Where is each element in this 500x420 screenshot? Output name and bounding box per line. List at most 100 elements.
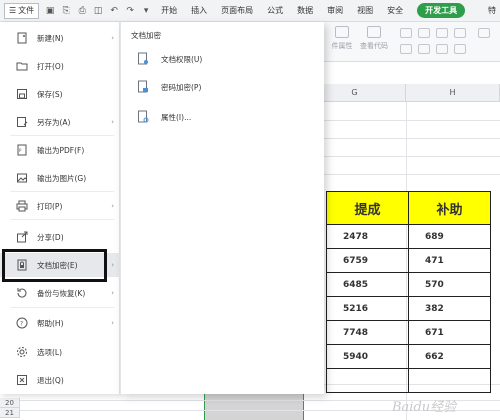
control-icon[interactable]	[454, 28, 466, 38]
menu-item-open[interactable]: 打开(O)	[0, 54, 120, 78]
svg-text:P: P	[19, 148, 22, 153]
table-cell[interactable]: 689	[408, 224, 491, 249]
menu-item-options[interactable]: 选项(L)	[0, 340, 120, 364]
submenu-item-document-permission[interactable]: 文档权限(U)	[137, 50, 202, 68]
table-row	[326, 368, 491, 393]
menu-item-label: 输出为PDF(F)	[37, 145, 85, 155]
backup-icon	[15, 286, 29, 300]
password-lock-icon	[137, 80, 151, 94]
help-icon: ?	[15, 316, 29, 330]
table-cell[interactable]	[408, 368, 491, 393]
watermark: Baidu经验	[392, 400, 457, 415]
quick-print-icon[interactable]: ⎙	[77, 6, 87, 16]
menu-item-label: 帮助(H)	[37, 318, 64, 328]
folder-open-icon	[15, 59, 29, 73]
table-cell[interactable]: 2478	[326, 224, 409, 249]
tab-review[interactable]: 审阅	[327, 5, 343, 16]
tab-view[interactable]: 视图	[357, 5, 373, 16]
menu-item-label: 另存为(A)	[37, 117, 71, 127]
menu-item-print[interactable]: 打印(P) ›	[0, 194, 120, 218]
tab-start[interactable]: 开始	[161, 5, 177, 16]
control-icon[interactable]	[454, 44, 466, 54]
menu-item-label: 输出为图片(G)	[37, 173, 87, 183]
ribbon-properties[interactable]: 件属性	[324, 26, 360, 51]
hamburger-icon: ☰	[9, 6, 17, 15]
table-cell[interactable]: 570	[408, 272, 491, 297]
control-icon[interactable]	[400, 28, 412, 38]
table-header-row: 提成 补助	[326, 191, 491, 225]
print-icon	[15, 199, 29, 213]
tab-security[interactable]: 安全	[387, 5, 403, 16]
quick-save-icon[interactable]: ▣	[45, 6, 55, 16]
table-cell[interactable]: 662	[408, 344, 491, 369]
menu-item-share[interactable]: 分享(D)	[0, 225, 120, 249]
column-header-h[interactable]: H	[406, 84, 500, 102]
row-header-21[interactable]: 21	[0, 408, 20, 418]
table-cell[interactable]: 7748	[326, 320, 409, 345]
table-cell[interactable]: 382	[408, 296, 491, 321]
control-icon[interactable]	[418, 28, 430, 38]
table-cell[interactable]: 6485	[326, 272, 409, 297]
quick-preview-icon[interactable]: ◫	[93, 6, 103, 16]
menu-item-export-pdf[interactable]: P 输出为PDF(F)	[0, 138, 120, 162]
table-cell[interactable]: 671	[408, 320, 491, 345]
header-cell[interactable]: 补助	[408, 191, 491, 225]
table-cell[interactable]: 5216	[326, 296, 409, 321]
control-icon[interactable]	[418, 44, 430, 54]
menu-item-label: 保存(S)	[37, 89, 63, 99]
menu-item-backup-restore[interactable]: 备份与恢复(K) ›	[0, 281, 120, 305]
submenu-item-password-encrypt[interactable]: 密码加密(P)	[137, 78, 201, 96]
table-cell[interactable]	[326, 368, 409, 393]
redo-icon[interactable]: ↷	[125, 6, 135, 16]
table-cell[interactable]: 6759	[326, 248, 409, 273]
new-file-icon	[15, 31, 29, 45]
menu-bar: ☰ 文件 ▣ ⎘ ⎙ ◫ ↶ ↷ ▾ 开始 插入 页面布局 公式 数据 审阅 视…	[0, 0, 500, 22]
properties-icon	[335, 26, 349, 38]
menu-item-export-image[interactable]: 输出为图片(G)	[0, 166, 120, 190]
menu-item-exit[interactable]: 退出(Q)	[0, 368, 120, 392]
image-export-icon	[15, 171, 29, 185]
submenu-item-properties[interactable]: 属性(I)...	[137, 108, 191, 126]
menu-item-help[interactable]: ? 帮助(H) ›	[0, 311, 120, 335]
table-cell[interactable]: 5940	[326, 344, 409, 369]
svg-text:?: ?	[20, 321, 23, 328]
row-header-20[interactable]: 20	[0, 398, 20, 408]
menu-item-save-as[interactable]: 另存为(A) ›	[0, 110, 120, 134]
control-icon[interactable]	[400, 44, 412, 54]
properties-icon	[137, 110, 151, 124]
code-icon	[367, 26, 381, 38]
menu-item-save[interactable]: 保存(S)	[0, 82, 120, 106]
table-cell[interactable]: 471	[408, 248, 491, 273]
control-icon[interactable]	[478, 28, 490, 38]
tab-more[interactable]: 特	[488, 5, 496, 16]
chevron-right-icon: ›	[111, 261, 114, 269]
header-cell[interactable]: 提成	[326, 191, 409, 225]
menu-divider	[10, 191, 114, 192]
chevron-right-icon: ›	[111, 34, 114, 42]
save-as-icon	[15, 115, 29, 129]
menu-item-new[interactable]: 新建(N) ›	[0, 26, 120, 50]
undo-icon[interactable]: ↶	[109, 6, 119, 16]
tab-developer-tools[interactable]: 开发工具	[417, 3, 466, 18]
tab-data[interactable]: 数据	[297, 5, 313, 16]
table-row: 7748 671	[326, 320, 491, 345]
submenu-item-label: 属性(I)...	[161, 112, 192, 122]
ribbon-view-code[interactable]: 查看代码	[356, 26, 392, 51]
tab-page-layout[interactable]: 页面布局	[221, 5, 253, 16]
gear-icon	[15, 345, 29, 359]
grid-line	[304, 156, 500, 157]
pdf-icon: P	[15, 143, 29, 157]
menu-divider	[10, 219, 114, 220]
quick-export-icon[interactable]: ⎘	[61, 6, 71, 16]
control-icon[interactable]	[436, 28, 448, 38]
highlight-box	[2, 249, 107, 282]
grid-line	[304, 138, 500, 139]
grid-line	[304, 174, 500, 175]
tab-formula[interactable]: 公式	[267, 5, 283, 16]
tab-insert[interactable]: 插入	[191, 5, 207, 16]
file-menu-button[interactable]: ☰ 文件	[4, 2, 40, 19]
menu-divider	[10, 135, 114, 136]
menu-divider	[10, 307, 114, 308]
customize-dropdown-icon[interactable]: ▾	[141, 6, 151, 16]
control-icon[interactable]	[436, 44, 448, 54]
